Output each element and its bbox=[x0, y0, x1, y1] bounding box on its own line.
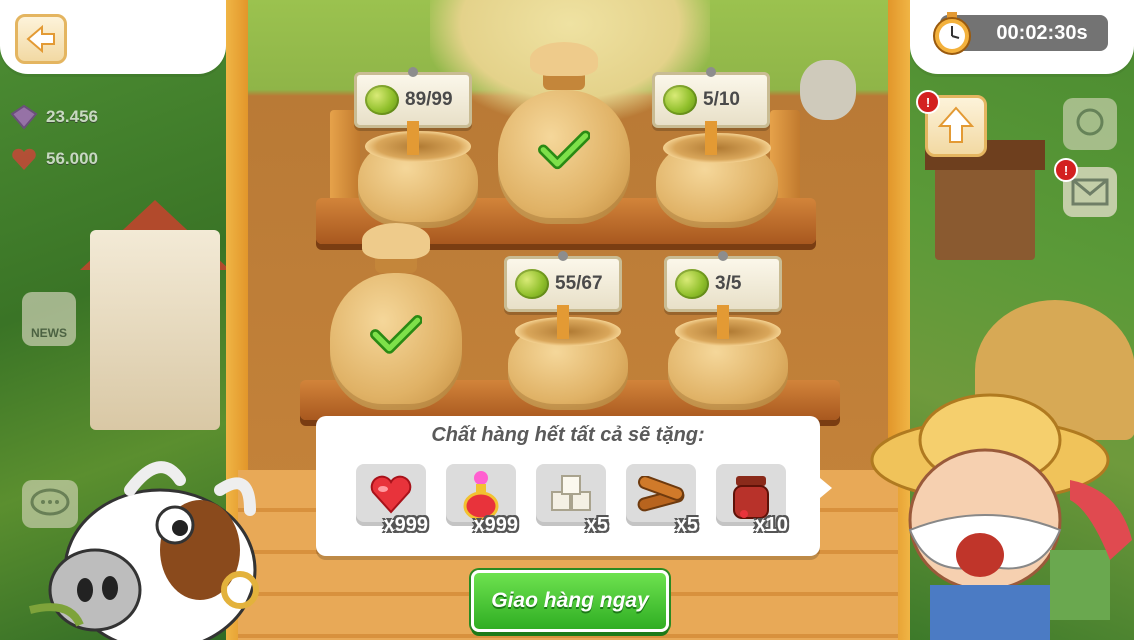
sack-count: 5/10 bbox=[703, 89, 740, 110]
reward-title: Chất hàng hết tất cả sẽ tặng: bbox=[431, 424, 705, 446]
sack-filled[interactable] bbox=[330, 223, 462, 410]
farm-house bbox=[90, 230, 220, 430]
gem-value: 23.456 bbox=[46, 107, 98, 126]
gem-stat: 23.456 bbox=[0, 100, 98, 134]
sack-count: 55/67 bbox=[555, 273, 603, 294]
upgrade-alert-icon: ! bbox=[916, 90, 940, 114]
heart-value: 56.000 bbox=[46, 149, 98, 168]
heart-icon bbox=[370, 475, 412, 514]
mail-alert-icon: ! bbox=[1054, 158, 1078, 182]
gem-icon bbox=[10, 104, 38, 130]
melon-icon bbox=[663, 85, 697, 115]
reward-qty: x5 bbox=[585, 514, 608, 536]
sugar-cubes-icon bbox=[551, 475, 591, 511]
reward-item-jam: x10 bbox=[716, 464, 788, 542]
news-label: NEWS bbox=[31, 326, 67, 340]
checkmark-icon bbox=[537, 130, 591, 170]
farmer-character bbox=[870, 393, 1132, 640]
sack-count-sign: 3/5 bbox=[664, 251, 782, 339]
sack-count: 89/99 bbox=[405, 89, 453, 110]
timer-text: 00:02:30s bbox=[996, 21, 1088, 44]
avatar-icon bbox=[1076, 108, 1104, 136]
checkmark-icon bbox=[369, 314, 423, 354]
reward-item-sugar: x5 bbox=[536, 464, 608, 542]
melon-icon bbox=[515, 269, 549, 299]
sack-count-sign: 89/99 bbox=[354, 67, 472, 155]
sack-count: 3/5 bbox=[715, 273, 742, 294]
heart-stat-icon bbox=[12, 148, 36, 170]
heart-stat: 56.000 bbox=[0, 142, 98, 176]
sack-open[interactable] bbox=[656, 112, 778, 228]
reward-title-row: Chất hàng hết tất cả sẽ tặng: bbox=[0, 424, 818, 447]
reward-item-logs: x5 bbox=[626, 464, 698, 542]
sack-filled[interactable] bbox=[498, 41, 630, 224]
potion-icon bbox=[463, 471, 499, 520]
reward-item-hearts: x999 bbox=[356, 464, 429, 542]
back-arrow-icon bbox=[26, 24, 55, 54]
sack-count-sign: 5/10 bbox=[652, 67, 770, 155]
reward-qty: x999 bbox=[473, 514, 519, 536]
reward-item-potion: x999 bbox=[446, 464, 519, 542]
sack-count-sign: 55/67 bbox=[504, 251, 622, 339]
logs-icon bbox=[637, 476, 685, 512]
news-button[interactable]: NEWS bbox=[22, 292, 76, 346]
melon-icon bbox=[365, 85, 399, 115]
stopwatch-icon bbox=[933, 12, 971, 55]
rock bbox=[800, 60, 856, 120]
cow-character bbox=[29, 461, 259, 640]
melon-icon bbox=[675, 269, 709, 299]
back-button[interactable] bbox=[15, 14, 67, 64]
reward-qty: x5 bbox=[675, 514, 698, 536]
profile-button[interactable] bbox=[1063, 98, 1117, 150]
reward-qty: x999 bbox=[383, 514, 429, 536]
deliver-now-button[interactable]: Giao hàng ngay bbox=[471, 570, 669, 632]
reward-qty: x10 bbox=[754, 514, 788, 536]
